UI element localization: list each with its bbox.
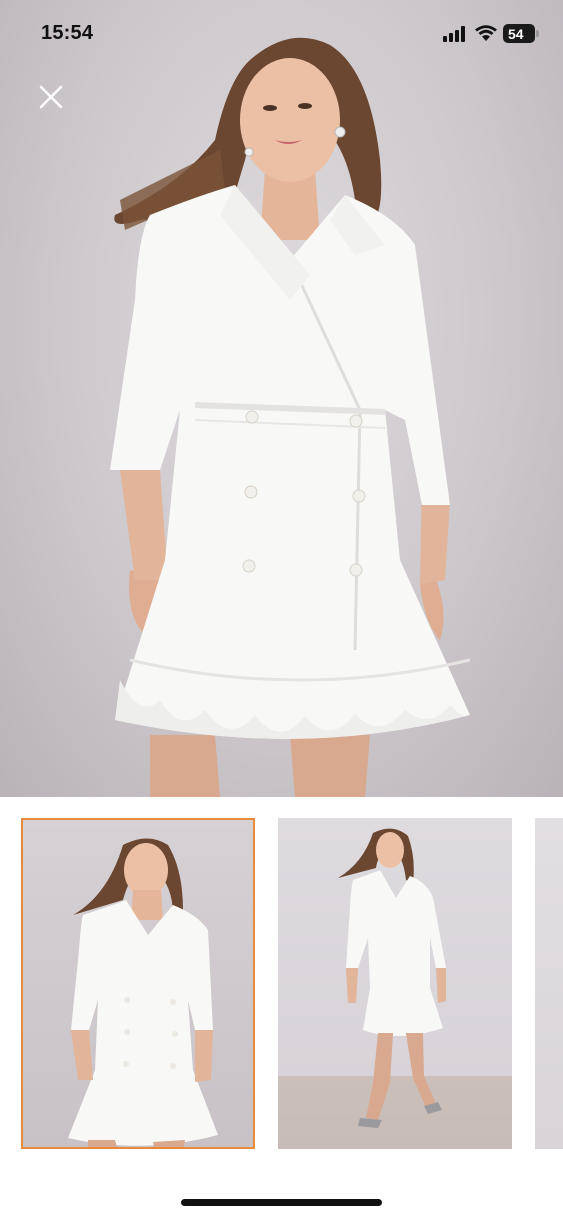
wifi-icon [475, 25, 497, 41]
main-product-image[interactable] [0, 0, 563, 797]
thumbnail-2[interactable] [278, 818, 512, 1149]
status-bar: 15:54 54 [0, 0, 563, 66]
battery-level: 54 [508, 25, 524, 42]
thumbnail-strip[interactable] [0, 797, 563, 1177]
thumbnail-1[interactable] [21, 818, 255, 1149]
close-icon [39, 85, 63, 109]
thumbnail-3[interactable] [535, 818, 563, 1149]
status-time: 15:54 [41, 22, 94, 44]
cellular-signal-icon [443, 26, 465, 42]
battery-icon: 54 [503, 24, 535, 43]
battery-tip [536, 30, 539, 37]
close-button[interactable] [34, 80, 68, 114]
home-indicator [181, 1199, 382, 1206]
